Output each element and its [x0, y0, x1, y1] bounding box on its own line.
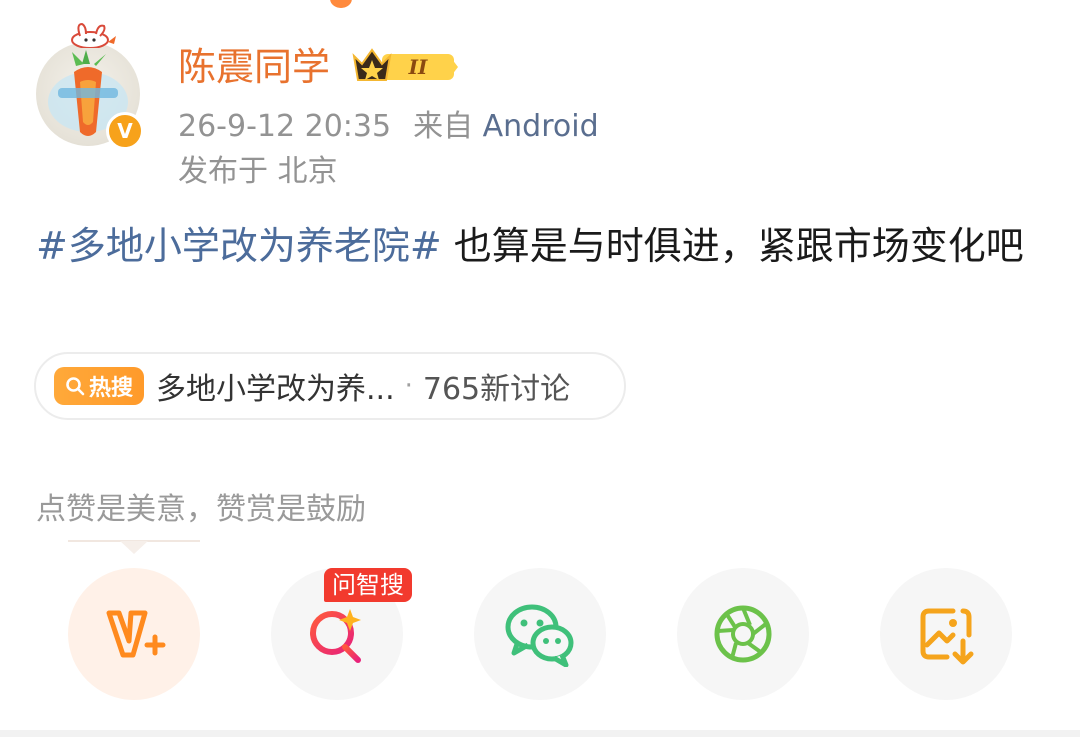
ai-search-icon: [310, 609, 361, 663]
save-image-button[interactable]: [880, 568, 1012, 700]
hot-search-topic: 多地小学改为养...: [156, 372, 395, 407]
reward-button[interactable]: [68, 568, 200, 700]
post-page: V 陈震同学 II 26-9-12 20:35 来自 Android 发布于 北京…: [0, 0, 1080, 737]
hot-search-count: 765新讨论: [422, 372, 571, 407]
moments-icon: [714, 605, 772, 663]
share-wechat-button[interactable]: [474, 568, 606, 700]
hot-search-pill[interactable]: 热搜 多地小学改为养... · 765新讨论: [34, 352, 626, 420]
search-icon: [66, 377, 85, 396]
hot-search-tag: 热搜: [54, 367, 144, 405]
vip-crown-badge-icon[interactable]: II: [352, 44, 460, 88]
share-moments-button[interactable]: [677, 568, 809, 700]
vip-level-text: II: [408, 55, 428, 79]
bottom-divider: [0, 730, 1080, 737]
author-avatar[interactable]: V: [36, 22, 146, 150]
hot-search-tag-label: 热搜: [88, 376, 133, 401]
bunny-decoration-icon: [71, 22, 116, 48]
wechat-icon: [505, 604, 574, 667]
post-meta: 26-9-12 20:35 来自 Android: [178, 108, 599, 146]
hot-search-separator: ·: [404, 371, 413, 401]
tooltip-pointer-icon: [68, 540, 200, 554]
post-location: 发布于 北京: [178, 154, 338, 189]
from-label: 来自: [413, 109, 474, 144]
ai-search-badge: 问智搜: [324, 568, 412, 602]
post-time: 26-9-12 20:35: [178, 109, 392, 144]
post-source[interactable]: Android: [483, 109, 599, 144]
author-name[interactable]: 陈震同学: [178, 44, 330, 90]
save-image-icon: [920, 608, 974, 665]
reward-prompt: 点赞是美意，赞赏是鼓励: [36, 492, 366, 527]
verified-badge-icon: V: [106, 112, 144, 150]
post-body: 也算是与时俱进，紧跟市场变化吧: [441, 224, 1024, 268]
notification-dot-icon: [330, 0, 352, 8]
reward-v-plus-icon: [106, 610, 166, 658]
post-hashtag[interactable]: #多地小学改为养老院#: [36, 224, 442, 268]
post-text: #多地小学改为养老院# 也算是与时俱进，紧跟市场变化吧: [36, 220, 1046, 272]
